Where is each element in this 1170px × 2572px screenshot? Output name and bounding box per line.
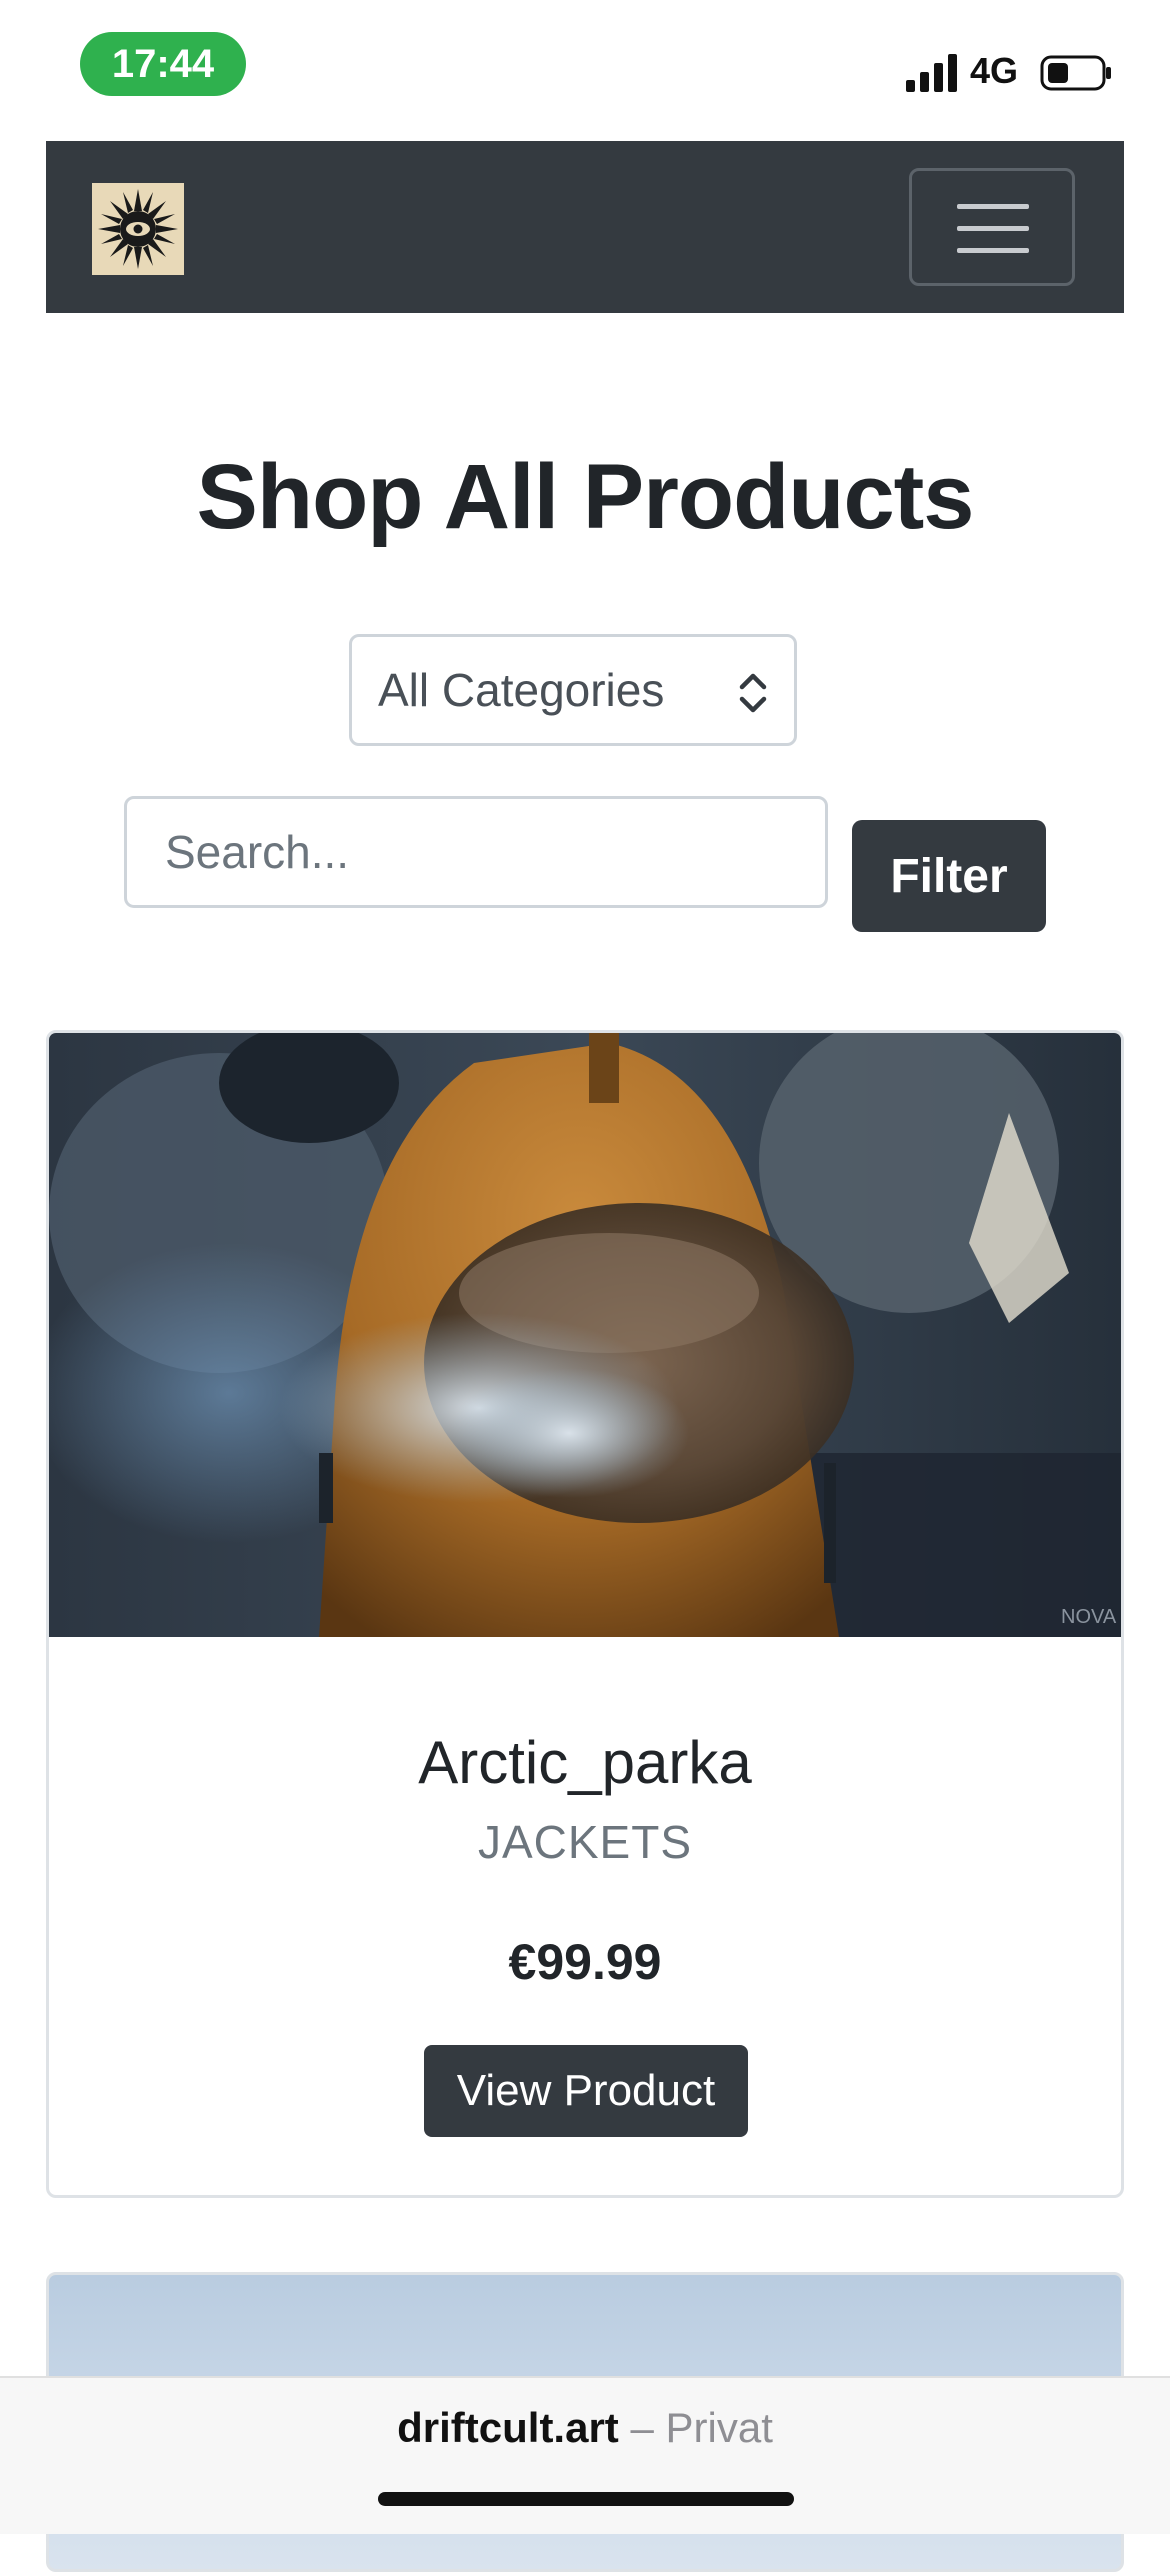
image-watermark: NOVA bbox=[1061, 1606, 1117, 1628]
browser-mode: Privat bbox=[665, 2404, 773, 2451]
search-input[interactable] bbox=[124, 796, 828, 908]
chevron-up-down-icon bbox=[739, 673, 767, 713]
home-indicator[interactable] bbox=[378, 2492, 794, 2506]
category-select[interactable]: All Categories bbox=[349, 634, 797, 746]
status-time-text: 17:44 bbox=[111, 41, 215, 86]
filter-button[interactable]: Filter bbox=[852, 820, 1046, 932]
page-title: Shop All Products bbox=[196, 446, 975, 548]
product-category: JACKETS bbox=[477, 1816, 693, 1868]
browser-domain: driftcult.art bbox=[397, 2404, 619, 2451]
product-price: €99.99 bbox=[508, 1934, 662, 1990]
network-type: 4G bbox=[970, 50, 1019, 91]
browser-url[interactable]: driftcult.art – Privat bbox=[0, 2404, 1170, 2452]
browser-separator: – bbox=[618, 2404, 666, 2451]
browser-address-bar[interactable] bbox=[0, 2376, 1170, 2534]
product-name: Arctic_parka bbox=[418, 1729, 752, 1796]
product-image[interactable]: NOVA bbox=[49, 1033, 1121, 1637]
status-time: 17:44 bbox=[80, 32, 246, 96]
sun-eye-logo-icon[interactable] bbox=[92, 183, 184, 275]
product-card: NOVA Arctic_parka JACKETS €99.99 View Pr… bbox=[46, 1030, 1124, 2198]
view-product-button[interactable]: View Product bbox=[424, 2045, 748, 2137]
category-select-value: All Categories bbox=[378, 664, 665, 716]
signal-strength-icon bbox=[906, 54, 957, 92]
battery-icon bbox=[1040, 55, 1111, 91]
hamburger-menu-icon[interactable] bbox=[909, 168, 1075, 286]
